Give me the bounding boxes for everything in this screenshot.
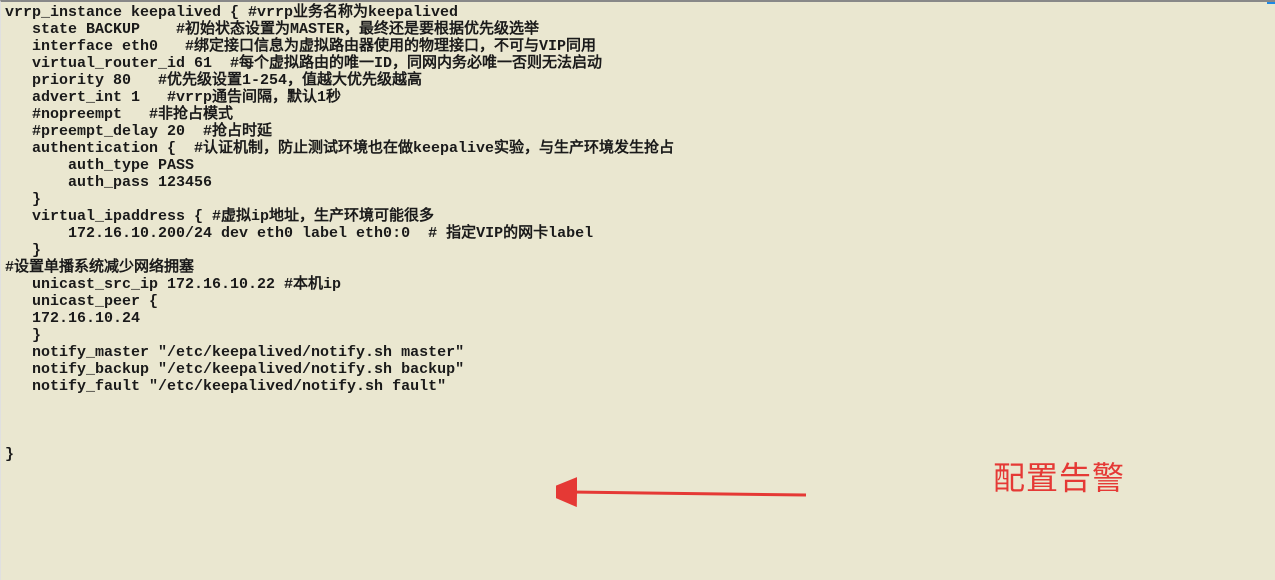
annotation-arrow: [556, 477, 816, 547]
window-accent: [1267, 2, 1275, 4]
config-code-block[interactable]: vrrp_instance keepalived { #vrrp业务名称为kee…: [5, 4, 1275, 463]
annotation-label: 配置告警: [993, 460, 1125, 497]
